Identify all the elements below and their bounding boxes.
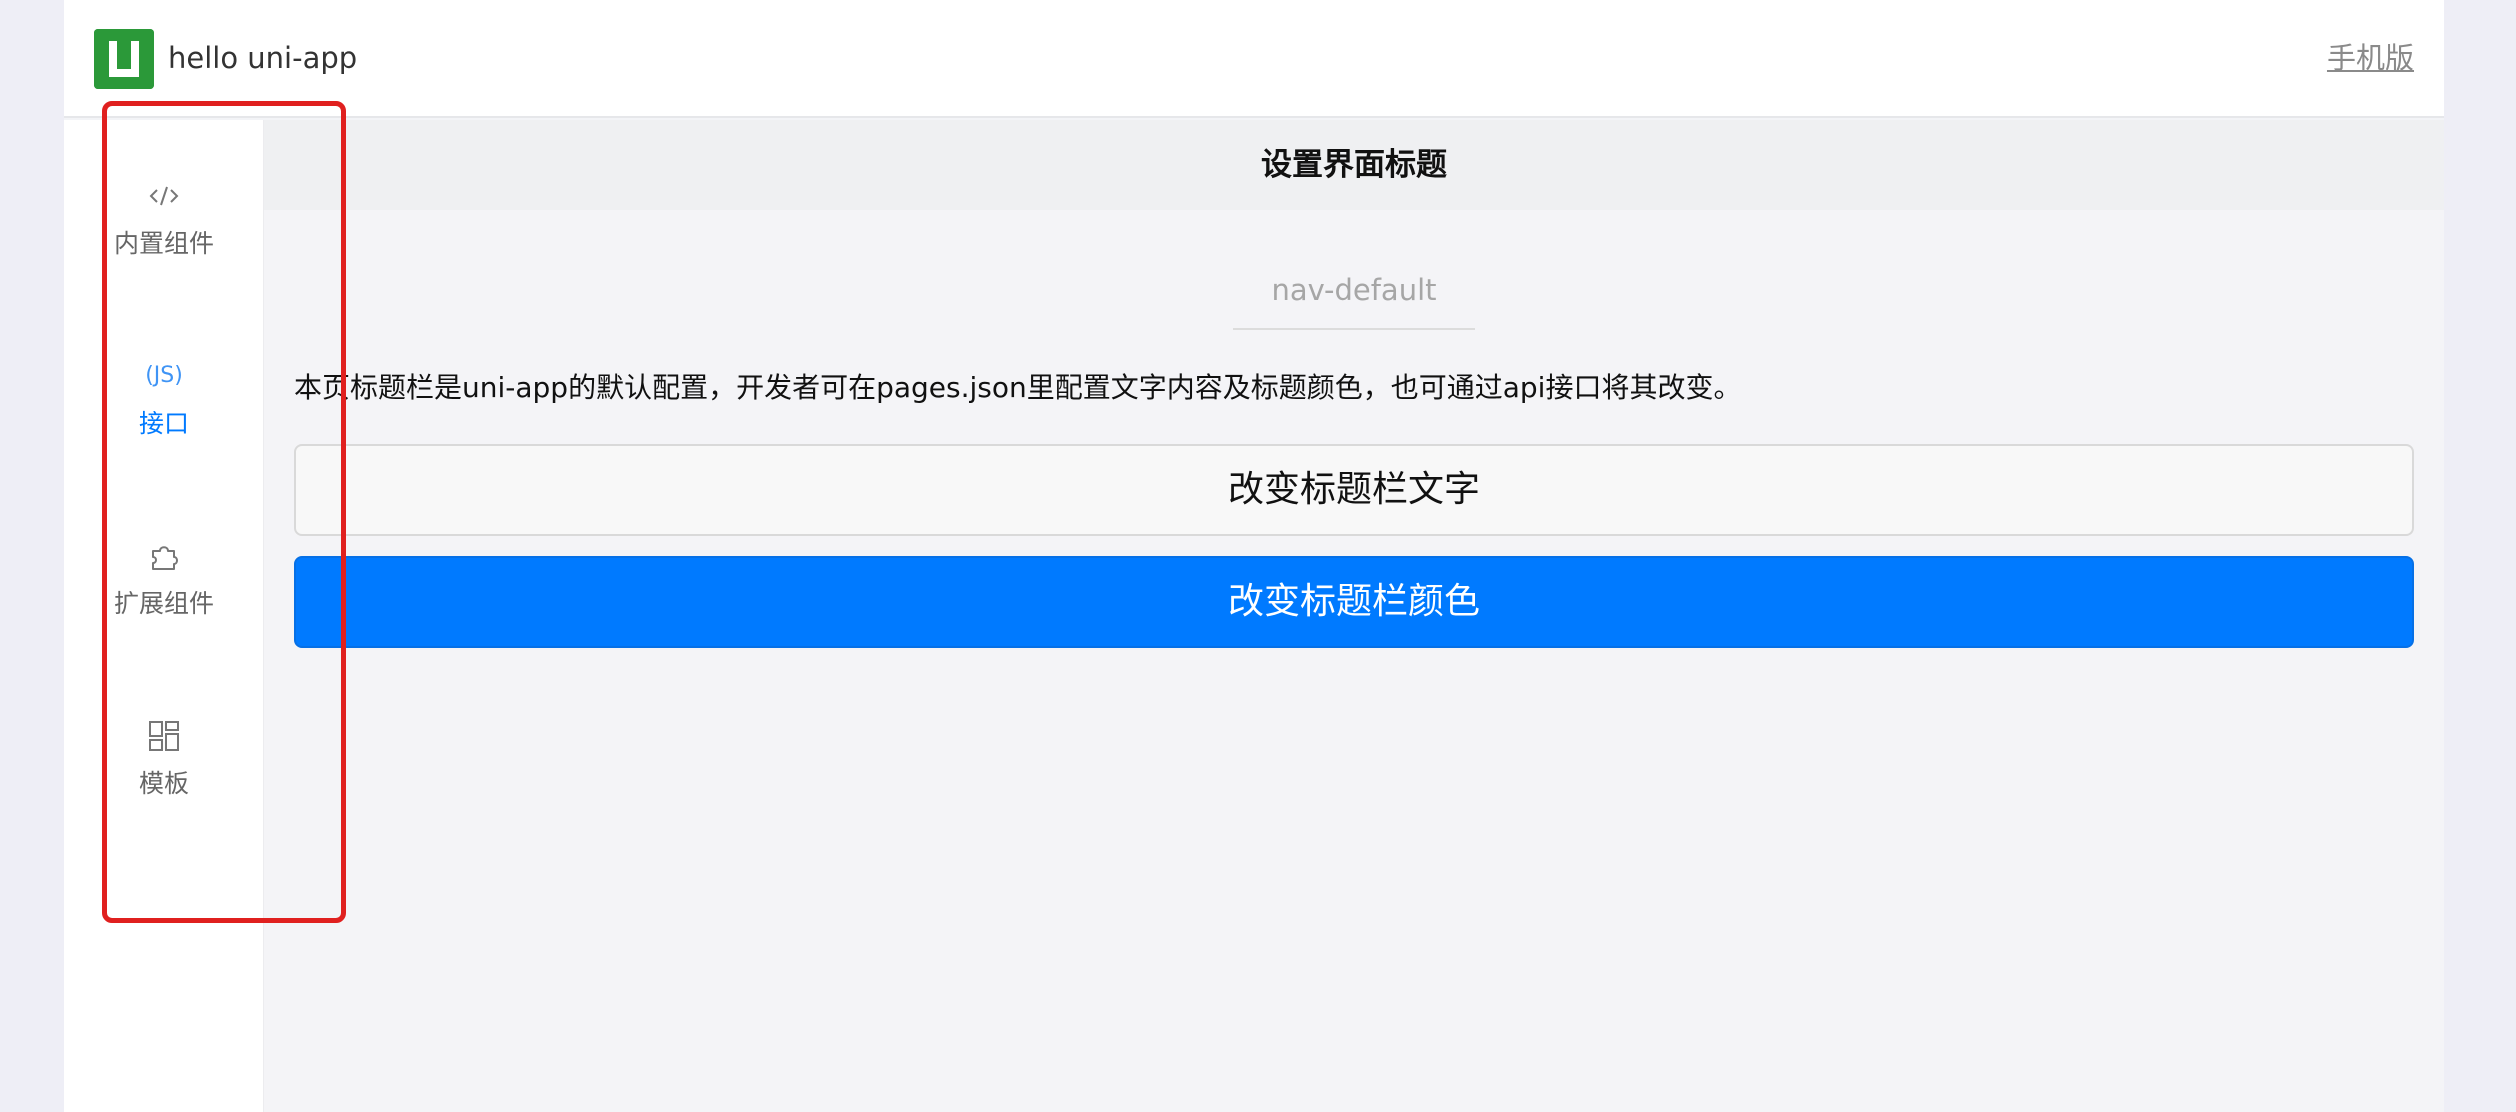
change-title-text-button[interactable]: 改变标题栏文字 (294, 444, 2414, 536)
top-header: hello uni-app 手机版 (64, 0, 2444, 118)
puzzle-icon (144, 536, 184, 576)
uni-app-logo-icon (94, 29, 154, 89)
app-title: hello uni-app (168, 41, 358, 75)
mobile-version-link[interactable]: 手机版 (2327, 38, 2414, 78)
sidebar-item-label: 模板 (138, 769, 189, 798)
code-icon (144, 176, 184, 216)
sidebar-item-label: 扩展组件 (113, 589, 214, 618)
sidebar: 内置组件 (JS) 接口 扩展组件 模板 (64, 120, 264, 1112)
app-window: hello uni-app 手机版 内置组件 (JS) 接口 扩展组件 模板 设… (64, 0, 2444, 1112)
change-title-color-button[interactable]: 改变标题栏颜色 (294, 556, 2414, 648)
sidebar-item-extended-components[interactable]: 扩展组件 (64, 536, 264, 666)
page-nav-bar: 设置界面标题 (264, 120, 2444, 210)
page-title: 设置界面标题 (1261, 147, 1447, 183)
sidebar-item-templates[interactable]: 模板 (64, 716, 264, 846)
js-icon: (JS) (145, 363, 183, 388)
template-icon (144, 716, 184, 756)
nav-default-label: nav-default (1233, 260, 1475, 330)
sidebar-item-api[interactable]: (JS) 接口 (64, 356, 264, 486)
sidebar-item-label: 接口 (138, 409, 189, 438)
sidebar-item-builtin-components[interactable]: 内置组件 (64, 176, 264, 306)
page-body: nav-default 本页标题栏是uni-app的默认配置，开发者可在page… (264, 210, 2444, 1112)
main-content: 设置界面标题 nav-default 本页标题栏是uni-app的默认配置，开发… (264, 120, 2444, 1112)
sidebar-item-label: 内置组件 (113, 229, 214, 258)
page-description: 本页标题栏是uni-app的默认配置，开发者可在pages.json里配置文字内… (294, 371, 1742, 404)
